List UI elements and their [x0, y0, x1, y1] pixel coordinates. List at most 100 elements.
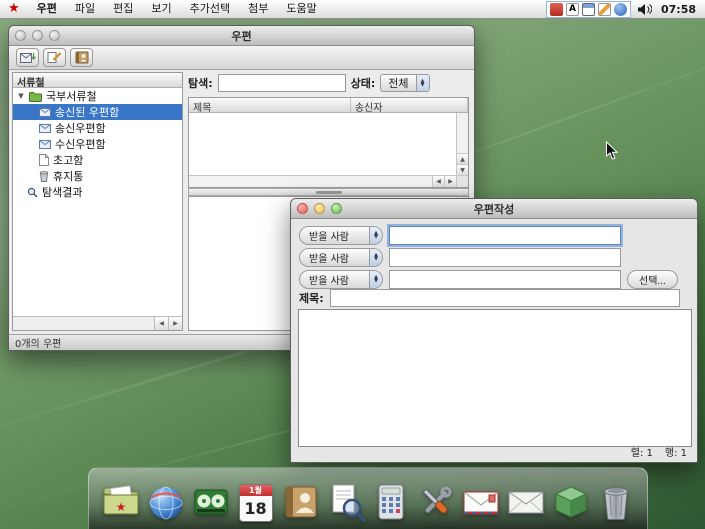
red-star-logo-icon[interactable]: ★ [8, 0, 20, 18]
dock-airmail-icon[interactable] [459, 478, 502, 522]
subject-row: 제목: [299, 289, 680, 307]
zoom-button[interactable] [49, 30, 60, 41]
magnifier-icon [27, 187, 38, 198]
dock-trash-icon[interactable] [594, 478, 637, 522]
zoom-button[interactable] [331, 203, 342, 214]
recipient-input-1[interactable] [389, 226, 621, 245]
folders-header[interactable]: 서류철 [13, 73, 182, 88]
scroll-down-icon[interactable]: ▼ [457, 164, 468, 175]
close-button[interactable] [15, 30, 26, 41]
folder-icon [29, 91, 42, 102]
mail-count-text: 0개의 우편 [15, 335, 61, 350]
check-mail-button[interactable] [16, 48, 39, 67]
system-tray: A [546, 1, 631, 18]
pane-splitter[interactable] [188, 188, 469, 196]
folder-label: 수신우편함 [55, 136, 106, 152]
folder-sent-mail[interactable]: 송신된 우편함 [13, 104, 182, 120]
scroll-right-icon[interactable]: ▶ [168, 317, 182, 330]
dock-documents-folder-icon[interactable]: ★ [99, 478, 142, 522]
message-list-header: 제목 송신자 [189, 98, 468, 113]
recipient-input-3[interactable] [389, 270, 621, 289]
scroll-left-icon[interactable]: ◀ [154, 317, 168, 330]
folder-search-results[interactable]: 탐색결과 [13, 184, 182, 200]
scroll-right-icon[interactable]: ▶ [444, 176, 456, 187]
close-button[interactable] [297, 203, 308, 214]
message-body-input[interactable] [298, 309, 692, 447]
recipient-type-value: 받을 사람 [309, 228, 349, 243]
compose-titlebar[interactable]: 우편작성 [291, 199, 697, 219]
folder-inbox[interactable]: 수신우편함 [13, 136, 182, 152]
scroll-left-icon[interactable]: ◀ [432, 176, 444, 187]
window-switcher-icon[interactable] [582, 3, 595, 16]
dropdown-stepper-icon: ▲▼ [369, 249, 382, 266]
minimize-button[interactable] [32, 30, 43, 41]
folder-label: 휴지통 [53, 168, 83, 184]
splitter-handle[interactable] [316, 191, 342, 194]
calendar-day: 18 [240, 496, 272, 521]
mail-titlebar[interactable]: 우편 [9, 26, 474, 46]
input-method-icon[interactable]: A [566, 3, 579, 16]
column-status: 렬: 1 [631, 444, 653, 459]
dock-mail-icon[interactable] [504, 478, 547, 522]
search-input[interactable] [218, 74, 346, 92]
volume-icon[interactable] [637, 3, 652, 16]
dock-file-search-icon[interactable] [324, 478, 367, 522]
dock-package-icon[interactable] [549, 478, 592, 522]
folder-outbox[interactable]: 송신우편함 [13, 120, 182, 136]
menu-edit[interactable]: 편집 [104, 0, 142, 18]
svg-text:★: ★ [115, 500, 126, 514]
dock-web-browser-icon[interactable] [144, 478, 187, 522]
subject-label: 제목: [299, 290, 324, 306]
mailbox-icon [39, 124, 51, 133]
scroll-up-icon[interactable]: ▲ [457, 153, 468, 164]
folder-local-root[interactable]: ▼ 국부서류철 [13, 88, 182, 104]
dropdown-stepper-icon: ▲▼ [369, 271, 382, 288]
sidebar-hscrollbar[interactable]: ◀ ▶ [13, 316, 182, 330]
row-status: 행: 1 [665, 444, 687, 459]
search-row: 탐색: 상태: 전체 ▲▼ [188, 72, 469, 94]
menu-view[interactable]: 보기 [142, 0, 180, 18]
menu-help[interactable]: 도움말 [277, 0, 325, 18]
mail-toolbar [9, 46, 474, 70]
folder-trash[interactable]: 휴지통 [13, 168, 182, 184]
message-list-vscrollbar[interactable]: ▲ ▼ [456, 113, 468, 175]
dock-media-player-icon[interactable] [189, 478, 232, 522]
compose-button[interactable] [43, 48, 66, 67]
recipient-type-dropdown[interactable]: 받을 사람 ▲▼ [299, 226, 383, 245]
dock-contacts-icon[interactable] [279, 478, 322, 522]
column-sender[interactable]: 송신자 [351, 98, 468, 112]
document-icon [39, 154, 49, 166]
menu-mail[interactable]: 우편 [28, 0, 66, 18]
dock-system-tools-icon[interactable] [414, 478, 457, 522]
menu-file[interactable]: 파일 [66, 0, 104, 18]
mouse-cursor [605, 141, 619, 161]
recipient-type-dropdown[interactable]: 받을 사람 ▲▼ [299, 270, 383, 289]
compose-window-title: 우편작성 [291, 201, 697, 217]
calendar-month: 1월 [240, 485, 272, 496]
select-address-button[interactable]: 선택... [627, 270, 678, 289]
status-dropdown[interactable]: 전체 ▲▼ [380, 74, 429, 92]
recipient-type-dropdown[interactable]: 받을 사람 ▲▼ [299, 248, 383, 267]
menu-options[interactable]: 추가선택 [181, 0, 239, 18]
dock-calculator-icon[interactable] [369, 478, 412, 522]
pen-icon[interactable] [598, 3, 611, 16]
desktop: ★ 우편 파일 편집 보기 추가선택 첨부 도움말 A 07:58 [0, 0, 705, 529]
folder-drafts[interactable]: 초고함 [13, 152, 182, 168]
help-globe-icon[interactable] [614, 3, 627, 16]
recipient-row: 받을 사람 ▲▼ [299, 225, 621, 245]
minimize-button[interactable] [314, 203, 325, 214]
recipient-input-2[interactable] [389, 248, 621, 267]
tray-app-icon[interactable] [550, 3, 563, 16]
message-list-body[interactable] [189, 113, 456, 175]
message-list: 제목 송신자 ▲ ▼ ◀ ▶ [188, 97, 469, 188]
menubar-right: A 07:58 [546, 1, 699, 18]
mailbox-icon [39, 140, 51, 149]
address-book-button[interactable] [70, 48, 93, 67]
column-subject[interactable]: 제목 [189, 98, 351, 112]
subject-input[interactable] [330, 289, 680, 307]
dock-calendar-icon[interactable]: 1월 18 [234, 478, 277, 522]
disclosure-triangle-icon[interactable]: ▼ [17, 92, 25, 100]
scrollbar-corner [456, 175, 468, 187]
message-list-hscrollbar[interactable]: ◀ ▶ [189, 175, 456, 187]
menu-attach[interactable]: 첨부 [239, 0, 277, 18]
